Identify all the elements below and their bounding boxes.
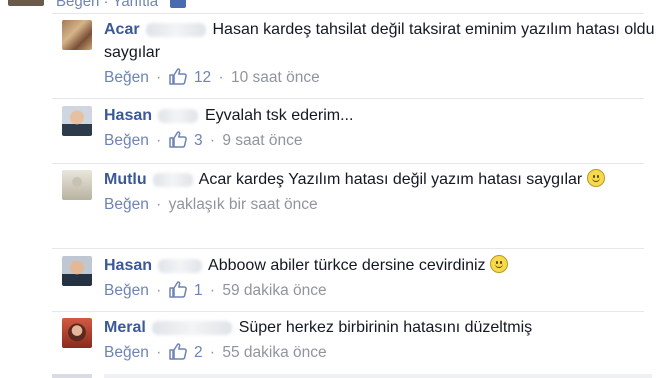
like-count[interactable]: 2 bbox=[194, 344, 203, 361]
comment-actions: Beğen · 12 · 10 saat önce bbox=[104, 67, 662, 89]
comment-item: Hasan Eyvalah tsk ederim... Beğen · 3 · … bbox=[52, 104, 662, 160]
like-link[interactable]: Beğen bbox=[104, 344, 149, 361]
timestamp[interactable]: 55 dakika önce bbox=[222, 344, 326, 361]
next-comment-cut bbox=[52, 374, 652, 378]
thumbs-up-icon[interactable] bbox=[168, 281, 187, 305]
like-link[interactable]: Beğen bbox=[104, 282, 149, 299]
redacted-name bbox=[158, 108, 199, 123]
like-link[interactable]: Beğen bbox=[104, 196, 149, 213]
comment-author[interactable]: Hasan bbox=[104, 107, 152, 124]
comment-text: Eyvalah tsk ederim... bbox=[204, 107, 354, 124]
comment-text: Süper herkez birbirinin hatasını düzeltm… bbox=[238, 319, 533, 336]
timestamp[interactable]: 59 dakika önce bbox=[222, 282, 326, 299]
divider bbox=[52, 13, 644, 14]
comment-author[interactable]: Meral bbox=[104, 319, 146, 336]
like-count[interactable]: 1 bbox=[194, 282, 203, 299]
comment-author[interactable]: Mutlu bbox=[104, 171, 147, 188]
avatar[interactable] bbox=[62, 256, 92, 286]
previous-comment-cut: Beğen · Yanıtla bbox=[0, 0, 672, 10]
redacted-name bbox=[152, 320, 233, 335]
comment-thread: Beğen · Yanıtla Acar Hasan kardeş tahsil… bbox=[0, 0, 672, 378]
comment-actions: Beğen · 3 · 9 saat önce bbox=[104, 130, 662, 152]
like-link[interactable]: Beğen bbox=[56, 0, 99, 10]
thumbs-up-icon[interactable] bbox=[168, 68, 187, 92]
comment-text: Abboow abiler türkce dersine cevirdiniz bbox=[208, 257, 486, 274]
divider bbox=[52, 163, 644, 164]
redacted-name bbox=[146, 22, 207, 37]
comment-actions: Beğen · yaklaşık bir saat önce bbox=[104, 196, 318, 213]
like-count[interactable]: 3 bbox=[194, 132, 203, 149]
comment-item: Hasan Abboow abiler türkce dersine cevir… bbox=[52, 254, 662, 310]
smiley-icon bbox=[586, 169, 605, 187]
divider bbox=[52, 248, 644, 249]
reply-link[interactable]: Yanıtla bbox=[112, 0, 158, 10]
timestamp[interactable]: 9 saat önce bbox=[222, 132, 302, 149]
avatar[interactable] bbox=[62, 106, 92, 136]
thumbs-up-icon[interactable] bbox=[168, 343, 187, 367]
comment-author[interactable]: Hasan bbox=[104, 257, 152, 274]
comment-item: Meral Süper herkez birbirinin hatasını d… bbox=[52, 316, 662, 372]
timestamp[interactable]: 10 saat önce bbox=[231, 69, 320, 86]
comment-actions: Beğen · 1 · 59 dakika önce bbox=[104, 280, 662, 302]
timestamp[interactable]: yaklaşık bir saat önce bbox=[169, 196, 318, 213]
comment-actions: Beğen · 2 · 55 dakika önce bbox=[104, 342, 662, 364]
thumbs-up-icon[interactable] bbox=[168, 131, 187, 155]
thumbs-up-icon bbox=[170, 0, 187, 9]
redacted-name bbox=[153, 172, 194, 187]
avatar[interactable] bbox=[62, 20, 92, 50]
comment-item: Mutlu Acar kardeş Yazılım hatası değil y… bbox=[52, 168, 662, 246]
avatar bbox=[8, 0, 44, 6]
comment-author[interactable]: Acar bbox=[104, 21, 140, 38]
redacted-name bbox=[158, 258, 203, 273]
smiley-icon bbox=[489, 255, 508, 273]
comment-item: Acar Hasan kardeş tahsilat değil taksira… bbox=[52, 18, 662, 94]
avatar[interactable] bbox=[62, 318, 92, 348]
comment-text: Acar kardeş Yazılım hatası değil yazım h… bbox=[198, 171, 583, 188]
avatar[interactable] bbox=[62, 170, 92, 200]
divider bbox=[52, 98, 644, 99]
divider bbox=[52, 311, 644, 312]
like-count[interactable]: 12 bbox=[194, 69, 211, 86]
like-link[interactable]: Beğen bbox=[104, 132, 149, 149]
like-link[interactable]: Beğen bbox=[104, 69, 149, 86]
